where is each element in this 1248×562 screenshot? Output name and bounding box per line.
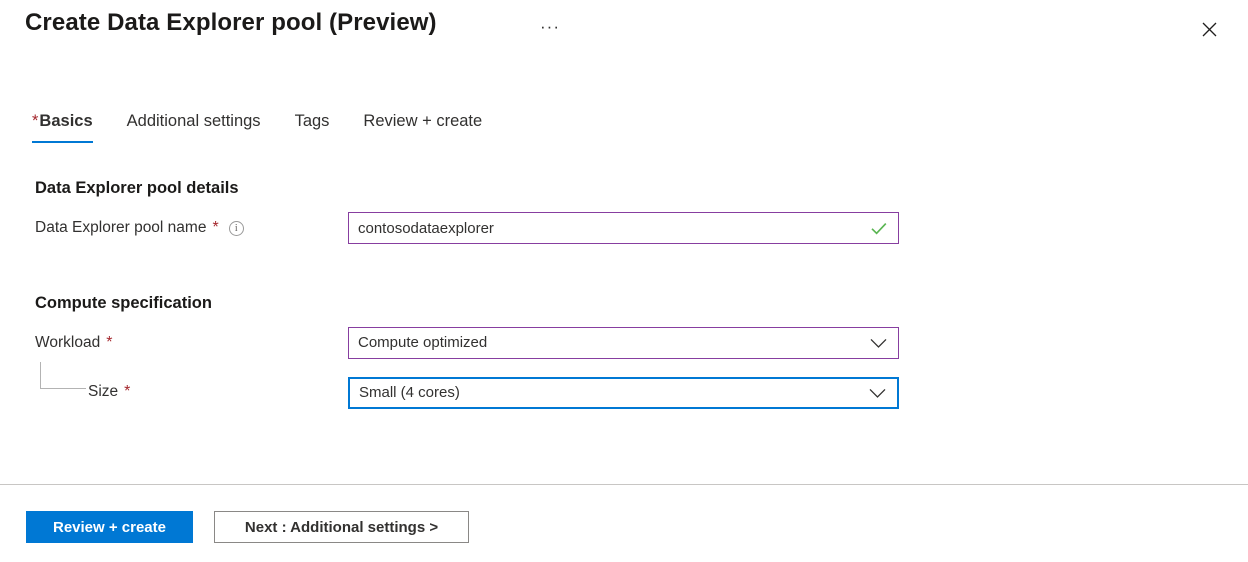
workload-dropdown[interactable]: Compute optimized xyxy=(348,327,899,359)
review-create-button[interactable]: Review + create xyxy=(26,511,193,543)
label-size: Size * xyxy=(88,382,130,402)
pool-name-field[interactable] xyxy=(348,212,899,244)
required-marker: * xyxy=(124,385,130,399)
pool-name-input[interactable] xyxy=(349,213,871,243)
tree-connector-line xyxy=(40,362,86,389)
label-size-text: Size xyxy=(88,382,118,402)
label-workload: Workload * xyxy=(35,333,112,353)
size-dropdown[interactable]: Small (4 cores) xyxy=(348,377,899,409)
footer-action-bar: Review + create Next : Additional settin… xyxy=(0,485,1248,562)
size-dropdown-value[interactable]: Small (4 cores) xyxy=(350,379,869,407)
required-marker: * xyxy=(106,336,112,350)
section-heading-pool-details: Data Explorer pool details xyxy=(35,179,239,198)
label-pool-name: Data Explorer pool name * i xyxy=(35,218,244,238)
info-icon[interactable]: i xyxy=(229,221,244,236)
valid-check-icon xyxy=(871,222,887,235)
chevron-down-icon[interactable] xyxy=(869,388,886,399)
label-pool-name-text: Data Explorer pool name xyxy=(35,218,206,238)
form-area: Data Explorer pool details Data Explorer… xyxy=(0,0,1248,484)
next-additional-settings-button[interactable]: Next : Additional settings > xyxy=(214,511,469,543)
required-marker: * xyxy=(212,221,218,235)
workload-dropdown-value[interactable]: Compute optimized xyxy=(349,328,870,358)
chevron-down-icon[interactable] xyxy=(870,338,887,349)
section-heading-compute: Compute specification xyxy=(35,294,212,313)
label-workload-text: Workload xyxy=(35,333,100,353)
